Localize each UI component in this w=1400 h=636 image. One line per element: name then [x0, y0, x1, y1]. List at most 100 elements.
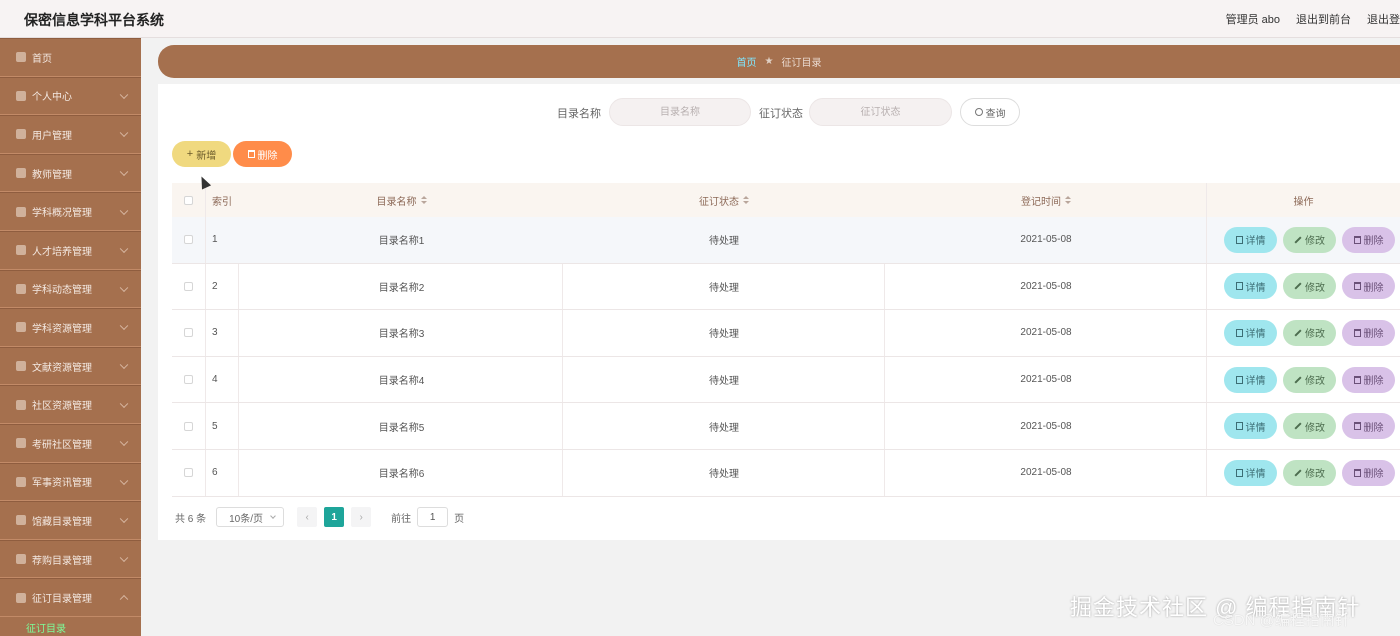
detail-button[interactable]: 详情 — [1224, 226, 1277, 253]
sidebar-item-label: 学科概况管理 — [32, 208, 92, 220]
detail-button[interactable]: 详情 — [1224, 459, 1277, 486]
chevron-down-icon — [119, 206, 129, 215]
row-checkbox[interactable] — [183, 468, 193, 478]
breadcrumb-home[interactable]: 首页 — [737, 54, 757, 69]
chevron-down-icon — [119, 322, 129, 331]
edit-button[interactable]: 修改 — [1283, 459, 1336, 486]
detail-button[interactable]: 详情 — [1224, 319, 1277, 346]
sidebar-item-literature[interactable]: 文献资源管理 — [0, 346, 141, 386]
trash-icon — [1353, 328, 1361, 337]
sidebar-item-label: 考研社区管理 — [32, 439, 92, 451]
col-time[interactable]: 登记时间 — [885, 183, 1207, 217]
edit-button[interactable]: 修改 — [1283, 366, 1336, 393]
document-icon — [1235, 235, 1243, 244]
sidebar-item-recommend[interactable]: 荐购目录管理 — [0, 539, 141, 579]
page-1-button[interactable]: 1 — [324, 507, 345, 527]
sidebar-item-users[interactable]: 用户管理 — [0, 115, 141, 154]
edit-button[interactable]: 修改 — [1283, 319, 1336, 346]
sidebar-item-library[interactable]: 馆藏目录管理 — [0, 501, 141, 540]
sidebar-item-teachers[interactable]: 教师管理 — [0, 153, 141, 193]
row-checkbox[interactable] — [183, 281, 193, 291]
row-name: 目录名称4 — [378, 376, 425, 388]
sidebar-subitem-subscribe-catalog[interactable]: 征订目录 — [0, 617, 141, 636]
exit-to-front-link[interactable]: 退出到前台 — [1296, 11, 1351, 27]
add-button[interactable]: + 新增 — [172, 141, 231, 167]
query-button[interactable]: 查询 — [960, 98, 1020, 126]
row-checkbox[interactable] — [183, 421, 193, 431]
user-label: 管理员 abo — [1225, 14, 1280, 26]
edit-button[interactable]: 修改 — [1283, 273, 1336, 300]
sidebar-item-overview[interactable]: 学科概况管理 — [0, 192, 141, 231]
sidebar-item-label: 个人中心 — [32, 92, 72, 104]
table-header: 索引 目录名称 征订状态 登记时间 操作 — [172, 183, 1400, 217]
trash-icon — [1353, 468, 1361, 477]
logout-link[interactable]: 退出登 — [1367, 11, 1400, 27]
catalog-name-input[interactable] — [609, 98, 751, 126]
col-name[interactable]: 目录名称 — [240, 183, 563, 217]
row-index: 1 — [212, 234, 218, 246]
breadcrumb: 首页 ★ 征订目录 — [158, 45, 1400, 78]
sort-icon — [1065, 195, 1071, 204]
sidebar-item-resources[interactable]: 学科资源管理 — [0, 308, 141, 347]
book-icon — [16, 361, 26, 372]
sidebar-item-news[interactable]: 学科动态管理 — [0, 269, 141, 309]
sidebar-item-label: 馆藏目录管理 — [32, 516, 92, 528]
sidebar-item-military[interactable]: 军事资讯管理 — [0, 462, 141, 502]
sidebar-item-talent[interactable]: 人才培养管理 — [0, 230, 141, 270]
batch-delete-button[interactable]: 删除 — [233, 141, 292, 167]
row-status: 待处理 — [709, 422, 739, 434]
select-all-checkbox[interactable] — [183, 195, 193, 205]
resource-icon — [16, 322, 26, 333]
search-icon — [974, 108, 983, 116]
row-index: 4 — [212, 374, 218, 386]
star-icon: ★ — [764, 56, 774, 67]
sidebar-item-exam-community[interactable]: 考研社区管理 — [0, 423, 141, 463]
total-count: 共 6 条 — [175, 513, 207, 525]
edit-icon — [1294, 376, 1302, 384]
sort-icon — [420, 195, 427, 204]
detail-button[interactable]: 详情 — [1224, 366, 1277, 393]
delete-button[interactable]: 删除 — [1342, 366, 1395, 393]
chevron-down-icon — [119, 399, 129, 408]
row-name: 目录名称1 — [378, 236, 425, 248]
chevron-down-icon — [119, 283, 129, 292]
row-checkbox[interactable] — [183, 375, 193, 385]
query-label: 查询 — [985, 108, 1006, 120]
next-page-button[interactable]: › — [351, 507, 372, 527]
row-name: 目录名称2 — [378, 282, 425, 294]
goto-label: 前往 — [391, 513, 412, 525]
sidebar-item-label: 军事资讯管理 — [32, 478, 92, 490]
edit-button[interactable]: 修改 — [1283, 226, 1336, 253]
col-status[interactable]: 征订状态 — [563, 183, 885, 217]
pagination: 共 6 条 10条/页 ‹ 1 › 前往 页 — [175, 507, 464, 527]
recommend-icon — [16, 554, 26, 565]
page-size-select[interactable]: 10条/页 — [216, 507, 285, 527]
row-checkbox[interactable] — [183, 235, 193, 245]
table-row: 1 目录名称1 待处理 2021-05-08 详情 修改 删除 — [172, 217, 1400, 264]
delete-button[interactable]: 删除 — [1342, 319, 1395, 346]
edit-button[interactable]: 修改 — [1283, 413, 1336, 440]
delete-button[interactable]: 删除 — [1342, 459, 1395, 486]
sidebar-item-home[interactable]: 首页 — [0, 38, 141, 77]
delete-button[interactable]: 删除 — [1342, 226, 1395, 253]
edit-icon — [1294, 282, 1302, 290]
goto-page-input[interactable] — [417, 507, 449, 527]
subscribe-status-input[interactable] — [809, 98, 952, 126]
delete-button[interactable]: 删除 — [1342, 413, 1395, 440]
sidebar-item-community[interactable]: 社区资源管理 — [0, 385, 141, 424]
sidebar-item-personal[interactable]: 个人中心 — [0, 76, 141, 116]
chevron-down-icon — [270, 513, 276, 519]
chevron-down-icon — [119, 90, 129, 99]
teacher-icon — [16, 168, 26, 179]
trash-icon — [247, 150, 255, 158]
sidebar-item-subscribe[interactable]: 征订目录管理 — [0, 578, 141, 617]
table-row: 3 目录名称3 待处理 2021-05-08 详情 修改 删除 — [172, 310, 1400, 357]
detail-button[interactable]: 详情 — [1224, 273, 1277, 300]
sidebar-item-label: 用户管理 — [32, 130, 72, 142]
row-checkbox[interactable] — [183, 328, 193, 338]
chevron-down-icon — [119, 244, 129, 254]
delete-button[interactable]: 删除 — [1342, 273, 1395, 300]
detail-button[interactable]: 详情 — [1224, 413, 1277, 440]
row-time: 2021-05-08 — [1020, 374, 1072, 386]
prev-page-button[interactable]: ‹ — [297, 507, 318, 527]
